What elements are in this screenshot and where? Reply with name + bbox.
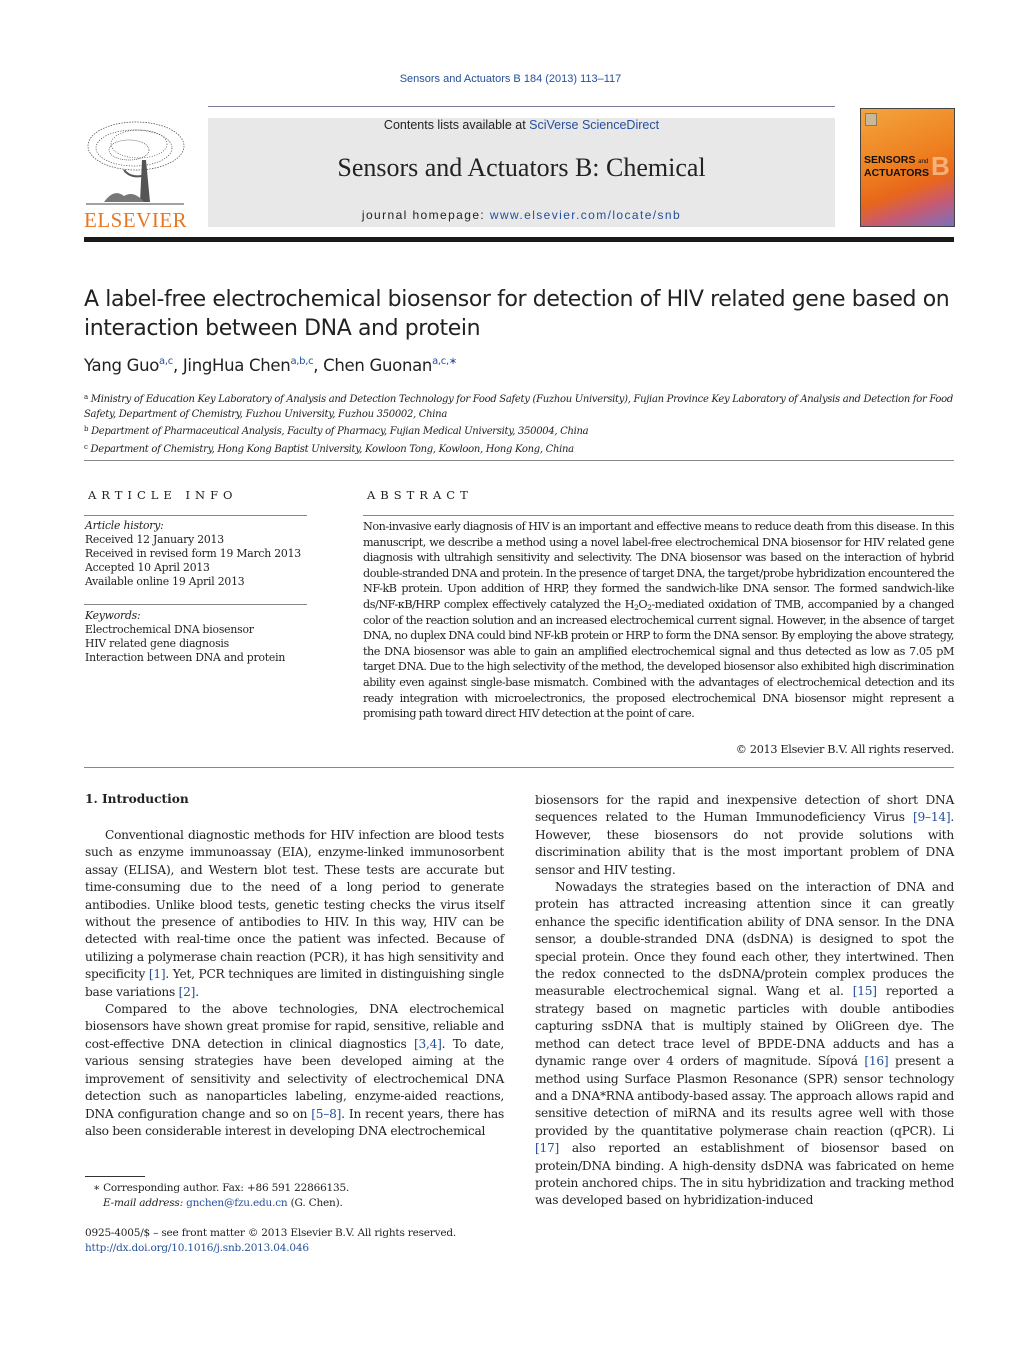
issn-front-matter: 0925-4005/$ – see front matter © 2013 El… <box>85 1227 457 1239</box>
keyword-item: Electrochemical DNA biosensor <box>85 623 254 636</box>
contents-availability: Contents lists available at SciVerse Sci… <box>208 118 835 132</box>
paragraph: Conventional diagnostic methods for HIV … <box>85 827 504 1001</box>
cover-elsevier-mini-logo-icon <box>865 113 877 126</box>
citation-link[interactable]: [3,4] <box>414 1037 442 1051</box>
author-name: Chen Guonan <box>323 356 433 375</box>
doi-link[interactable]: http://dx.doi.org/10.1016/j.snb.2013.04.… <box>85 1241 515 1256</box>
affiliation-text: Ministry of Education Key Laboratory of … <box>84 394 953 420</box>
divider <box>84 460 954 461</box>
citation-link[interactable]: [9–14] <box>913 810 951 824</box>
body-text: also reported an establishment of biosen… <box>535 1141 954 1208</box>
history-received: Received 12 January 2013 <box>85 533 224 546</box>
abstract-part: -mediated oxidation of TMB, accompanied … <box>363 597 954 721</box>
history-accepted: Accepted 10 April 2013 <box>85 561 210 574</box>
corresponding-author-note: ∗ Corresponding author. Fax: +86 591 228… <box>93 1182 350 1194</box>
cover-letter: B <box>931 151 950 181</box>
footnote-rule <box>85 1176 145 1177</box>
author-affiliation-marks[interactable]: a,c <box>159 356 173 367</box>
article-title: A label-free electrochemical biosensor f… <box>84 287 950 341</box>
history-online: Available online 19 April 2013 <box>85 575 245 588</box>
body-text: . <box>195 984 199 999</box>
divider <box>84 767 954 768</box>
affiliations: a Ministry of Education Key Laboratory o… <box>84 390 964 457</box>
body-text: biosensors for the rapid and inexpensive… <box>535 793 954 825</box>
author-affiliation-marks[interactable]: a,b,c <box>290 356 313 367</box>
keywords: Keywords: Electrochemical DNA biosensor … <box>85 609 310 665</box>
cover-line1: SENSORS <box>864 154 916 166</box>
affiliation-mark: b <box>84 425 89 433</box>
affiliation-mark: c <box>84 442 88 451</box>
body-column-right: biosensors for the rapid and inexpensive… <box>535 792 954 1210</box>
journal-title: Sensors and Actuators B: Chemical <box>337 153 706 182</box>
citation-link[interactable]: [15] <box>853 984 877 998</box>
journal-cover-image[interactable]: B SENSORS and ACTUATORS <box>860 108 955 227</box>
article-history: Article history: Received 12 January 201… <box>85 519 310 589</box>
citation-link[interactable]: [17] <box>535 1141 559 1155</box>
email-suffix: (G. Chen). <box>287 1196 343 1209</box>
citation-link[interactable]: [16] <box>864 1054 888 1068</box>
sciencedirect-link[interactable]: SciVerse ScienceDirect <box>529 118 659 132</box>
abstract-part: O <box>638 597 648 611</box>
journal-homepage: journal homepage: www.elsevier.com/locat… <box>208 208 835 222</box>
email-link[interactable]: gnchen@fzu.edu.cn <box>186 1197 288 1209</box>
author-list: Yang Guoa,c, JingHua Chena,b,c, Chen Guo… <box>84 356 457 375</box>
abstract-heading: ABSTRACT <box>367 488 473 502</box>
elsevier-logo[interactable]: ELSEVIER <box>84 118 188 232</box>
cover-line2: ACTUATORS <box>864 167 929 179</box>
contents-prefix: Contents lists available at <box>383 118 530 132</box>
elsevier-tree-icon <box>84 118 186 208</box>
author-name: Yang Guo <box>84 356 160 375</box>
header-top-rule <box>208 106 835 107</box>
email-label: E-mail address: <box>103 1196 187 1209</box>
keywords-label: Keywords: <box>85 609 141 622</box>
paragraph: Compared to the above technologies, DNA … <box>85 1001 504 1140</box>
journal-header-box: Contents lists available at SciVerse Sci… <box>208 118 835 227</box>
citation-link[interactable]: [5–8] <box>311 1107 341 1121</box>
cover-title: SENSORS and ACTUATORS <box>864 155 929 179</box>
email-note: E-mail address: gnchen@fzu.edu.cn (G. Ch… <box>85 1196 515 1211</box>
journal-reference-link[interactable]: Sensors and Actuators B 184 (2013) 113–1… <box>0 73 1021 85</box>
affiliation-item: b Department of Pharmaceutical Analysis,… <box>84 422 964 440</box>
body-text: Conventional diagnostic methods for HIV … <box>85 828 504 982</box>
section-heading-introduction: 1. Introduction <box>85 792 189 806</box>
paragraph: Nowadays the strategies based on the int… <box>535 879 954 1210</box>
divider <box>84 604 307 605</box>
elsevier-wordmark: ELSEVIER <box>84 208 188 232</box>
homepage-link[interactable]: www.elsevier.com/locate/snb <box>490 208 681 222</box>
history-revised: Received in revised form 19 March 2013 <box>85 547 301 560</box>
homepage-prefix: journal homepage: <box>361 208 490 222</box>
author-name: JingHua Chen <box>182 356 291 375</box>
footnotes: ∗ Corresponding author. Fax: +86 591 228… <box>85 1181 515 1210</box>
citation-link[interactable]: [1] <box>149 967 166 981</box>
article-history-label: Article history: <box>85 519 164 532</box>
front-matter: 0925-4005/$ – see front matter © 2013 El… <box>85 1226 515 1255</box>
keyword-item: HIV related gene diagnosis <box>85 637 230 650</box>
affiliation-item: a Ministry of Education Key Laboratory o… <box>84 390 964 422</box>
article-info-heading: ARTICLE INFO <box>88 488 238 502</box>
affiliation-mark: a <box>84 393 88 401</box>
paragraph: biosensors for the rapid and inexpensive… <box>535 792 954 879</box>
body-column-left: Conventional diagnostic methods for HIV … <box>85 827 504 1140</box>
header-thick-rule <box>84 237 954 242</box>
abstract-text: Non-invasive early diagnosis of HIV is a… <box>363 519 954 722</box>
abstract-copyright: © 2013 Elsevier B.V. All rights reserved… <box>735 743 955 756</box>
divider <box>84 515 307 516</box>
divider <box>363 515 954 516</box>
affiliation-text: Department of Pharmaceutical Analysis, F… <box>91 426 589 437</box>
keyword-item: Interaction between DNA and protein <box>85 651 286 664</box>
body-text: Nowadays the strategies based on the int… <box>535 880 954 999</box>
affiliation-text: Department of Chemistry, Hong Kong Bapti… <box>90 443 575 455</box>
affiliation-item: c Department of Chemistry, Hong Kong Bap… <box>84 440 964 458</box>
cover-and: and <box>918 159 929 165</box>
author-affiliation-marks[interactable]: a,c,∗ <box>432 356 457 367</box>
citation-link[interactable]: [2] <box>179 985 196 999</box>
